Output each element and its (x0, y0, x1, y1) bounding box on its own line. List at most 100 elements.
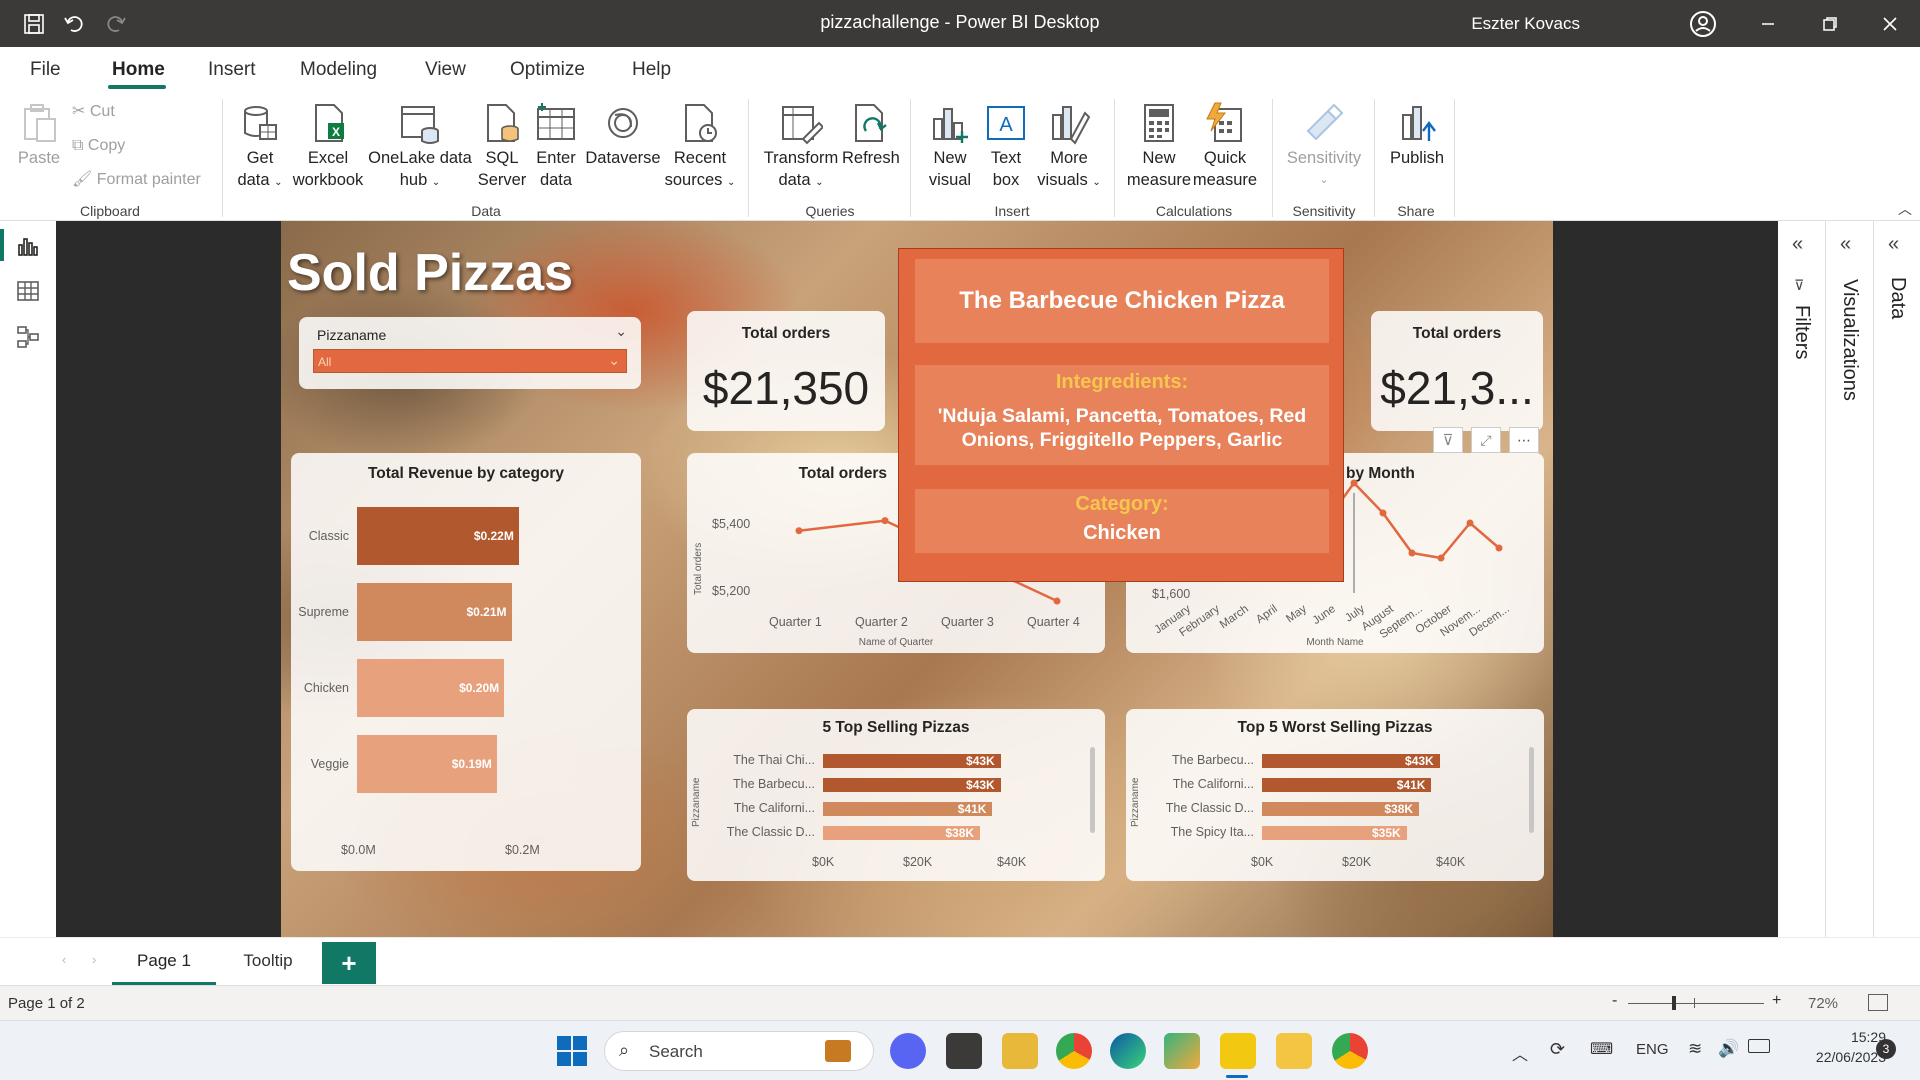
x-tick: $20K (1342, 855, 1372, 869)
format-painter-button[interactable]: 🖌 Format painter (72, 169, 201, 191)
table-view-icon[interactable] (16, 279, 40, 308)
transform-data-button[interactable]: Transform data ⌄ (760, 101, 842, 194)
sensitivity-button[interactable]: Sensitivity ⌄ (1284, 101, 1364, 191)
discord-icon[interactable] (890, 1033, 926, 1069)
sync-icon[interactable]: ⟳ (1550, 1039, 1565, 1060)
chrome-icon[interactable] (1056, 1033, 1092, 1069)
tooltip-category-box: Category: Chicken (915, 489, 1329, 553)
total-orders-card[interactable]: Total orders $21,350 (687, 311, 885, 431)
scrollbar[interactable] (1529, 747, 1534, 833)
onelake-data-hub-button[interactable]: OneLake data hub ⌄ (368, 101, 472, 194)
data-pane[interactable]: « Data (1874, 221, 1920, 937)
menu-file[interactable]: File (30, 59, 61, 81)
wifi-icon[interactable]: ≋ (1688, 1039, 1702, 1059)
paste-label: Paste (17, 149, 61, 167)
volume-icon[interactable]: 🔊 (1718, 1039, 1739, 1059)
revenue-by-category-chart[interactable]: Total Revenue by category $0.0M $0.2M Cl… (291, 453, 641, 871)
bar: $0.22M (357, 507, 519, 565)
next-page-icon[interactable]: › (92, 952, 96, 967)
file-explorer-icon[interactable] (1276, 1033, 1312, 1069)
top-selling-pizzas-chart[interactable]: 5 Top Selling Pizzas Pizzaname $0K $20K … (687, 709, 1105, 881)
windows-start-icon[interactable] (556, 1035, 588, 1072)
y-axis-label: Pizzaname (691, 777, 702, 827)
tab-page-1[interactable]: Page 1 (112, 938, 216, 986)
model-view-icon[interactable] (16, 325, 40, 354)
menu-modeling[interactable]: Modeling (300, 59, 377, 81)
recent-sources-button[interactable]: Recent sources ⌄ (662, 101, 738, 194)
more-visuals-button[interactable]: More visuals ⌄ (1034, 101, 1104, 194)
worst-selling-pizzas-chart[interactable]: Top 5 Worst Selling Pizzas Pizzaname $0K… (1126, 709, 1544, 881)
expand-icon[interactable]: « (1888, 233, 1899, 256)
chevron-down-icon[interactable]: ⌄ (615, 323, 627, 340)
get-data-button[interactable]: Get data ⌄ (232, 101, 288, 194)
dataverse-button[interactable]: Dataverse (584, 101, 662, 169)
excel-workbook-button[interactable]: X Excel workbook (290, 101, 366, 191)
bar: $41K (1262, 778, 1432, 792)
chevron-up-icon[interactable]: ︿ (1512, 1041, 1528, 1065)
category-label: The Spicy Ita... (1170, 825, 1254, 839)
zoom-out-button[interactable]: - (1612, 992, 1617, 1010)
bar: $35K (1262, 826, 1407, 840)
taskbar-search[interactable]: ⌕ Search (604, 1031, 874, 1071)
quick-measure-button[interactable]: Quick measure (1192, 101, 1258, 191)
category-label: Chicken (303, 681, 349, 695)
tab-tooltip[interactable]: Tooltip (216, 938, 320, 986)
snipping-tool-icon[interactable] (946, 1033, 982, 1069)
edge-icon[interactable] (1110, 1033, 1146, 1069)
zoom-slider-thumb[interactable] (1672, 996, 1676, 1010)
account-icon[interactable] (1689, 10, 1717, 43)
filter-icon[interactable]: ⊽ (1433, 427, 1463, 453)
notification-badge[interactable]: 3 (1876, 1039, 1896, 1059)
add-page-button[interactable]: + (322, 942, 376, 984)
menu-insert[interactable]: Insert (208, 59, 256, 81)
app-icon[interactable] (1164, 1033, 1200, 1069)
copy-button[interactable]: ⧉ Copy (72, 135, 125, 157)
cut-button[interactable]: ✂ Cut (72, 101, 115, 123)
group-label-data: Data (471, 203, 501, 219)
power-bi-icon[interactable] (1220, 1033, 1256, 1069)
minimize-icon[interactable] (1748, 8, 1788, 40)
menu-home[interactable]: Home (112, 59, 165, 81)
paste-button[interactable]: Paste (14, 101, 64, 169)
close-icon[interactable] (1870, 8, 1910, 40)
more-options-icon[interactable]: ⋯ (1509, 427, 1539, 453)
new-visual-button[interactable]: New visual (922, 101, 978, 191)
collapse-ribbon-icon[interactable]: ︿ (1898, 199, 1912, 219)
refresh-button[interactable]: Refresh (842, 101, 900, 169)
filters-pane[interactable]: « ⊽ Filters (1778, 221, 1826, 937)
category-label: The Classic D... (726, 825, 815, 839)
focus-mode-icon[interactable]: ⤢ (1471, 427, 1501, 453)
battery-icon[interactable] (1748, 1039, 1770, 1053)
restore-icon[interactable] (1810, 8, 1850, 40)
user-name[interactable]: Eszter Kovacs (1471, 14, 1580, 34)
menu-optimize[interactable]: Optimize (510, 59, 585, 81)
keyboard-icon[interactable]: ⌨ (1590, 1039, 1613, 1059)
svg-text:A: A (999, 114, 1013, 136)
publish-button[interactable]: Publish (1384, 101, 1450, 169)
slicer-dropdown[interactable]: All ⌄ (313, 349, 627, 373)
scrollbar[interactable] (1090, 747, 1095, 833)
menu-help[interactable]: Help (632, 59, 671, 81)
new-measure-label-2: measure (1126, 171, 1192, 189)
new-measure-button[interactable]: New measure (1126, 101, 1192, 191)
zoom-slider[interactable] (1628, 1003, 1764, 1004)
pizzaname-slicer[interactable]: Pizzaname ⌄ All ⌄ (299, 317, 641, 389)
x-tick: Quarter 3 (941, 615, 994, 629)
app-icon[interactable] (1002, 1033, 1038, 1069)
zoom-in-button[interactable]: + (1772, 992, 1781, 1010)
text-box-button[interactable]: A Text box (978, 101, 1034, 191)
clock-date[interactable]: 22/06/2023 (1780, 1049, 1886, 1065)
expand-icon[interactable]: « (1840, 233, 1851, 256)
language-indicator[interactable]: ENG (1636, 1041, 1669, 1058)
report-view-icon[interactable] (16, 235, 40, 264)
sql-server-button[interactable]: SQL Server (476, 101, 528, 191)
prev-page-icon[interactable]: ‹ (62, 952, 66, 967)
menu-view[interactable]: View (425, 59, 466, 81)
chrome-profile-icon[interactable] (1332, 1033, 1368, 1069)
total-orders-card-2[interactable]: Total orders $21,3... (1371, 311, 1543, 431)
data-point (1053, 597, 1061, 605)
expand-icon[interactable]: « (1792, 233, 1803, 256)
enter-data-button[interactable]: Enter data (530, 101, 582, 191)
visualizations-pane[interactable]: « Visualizations (1826, 221, 1874, 937)
fit-to-page-icon[interactable] (1868, 994, 1888, 1011)
